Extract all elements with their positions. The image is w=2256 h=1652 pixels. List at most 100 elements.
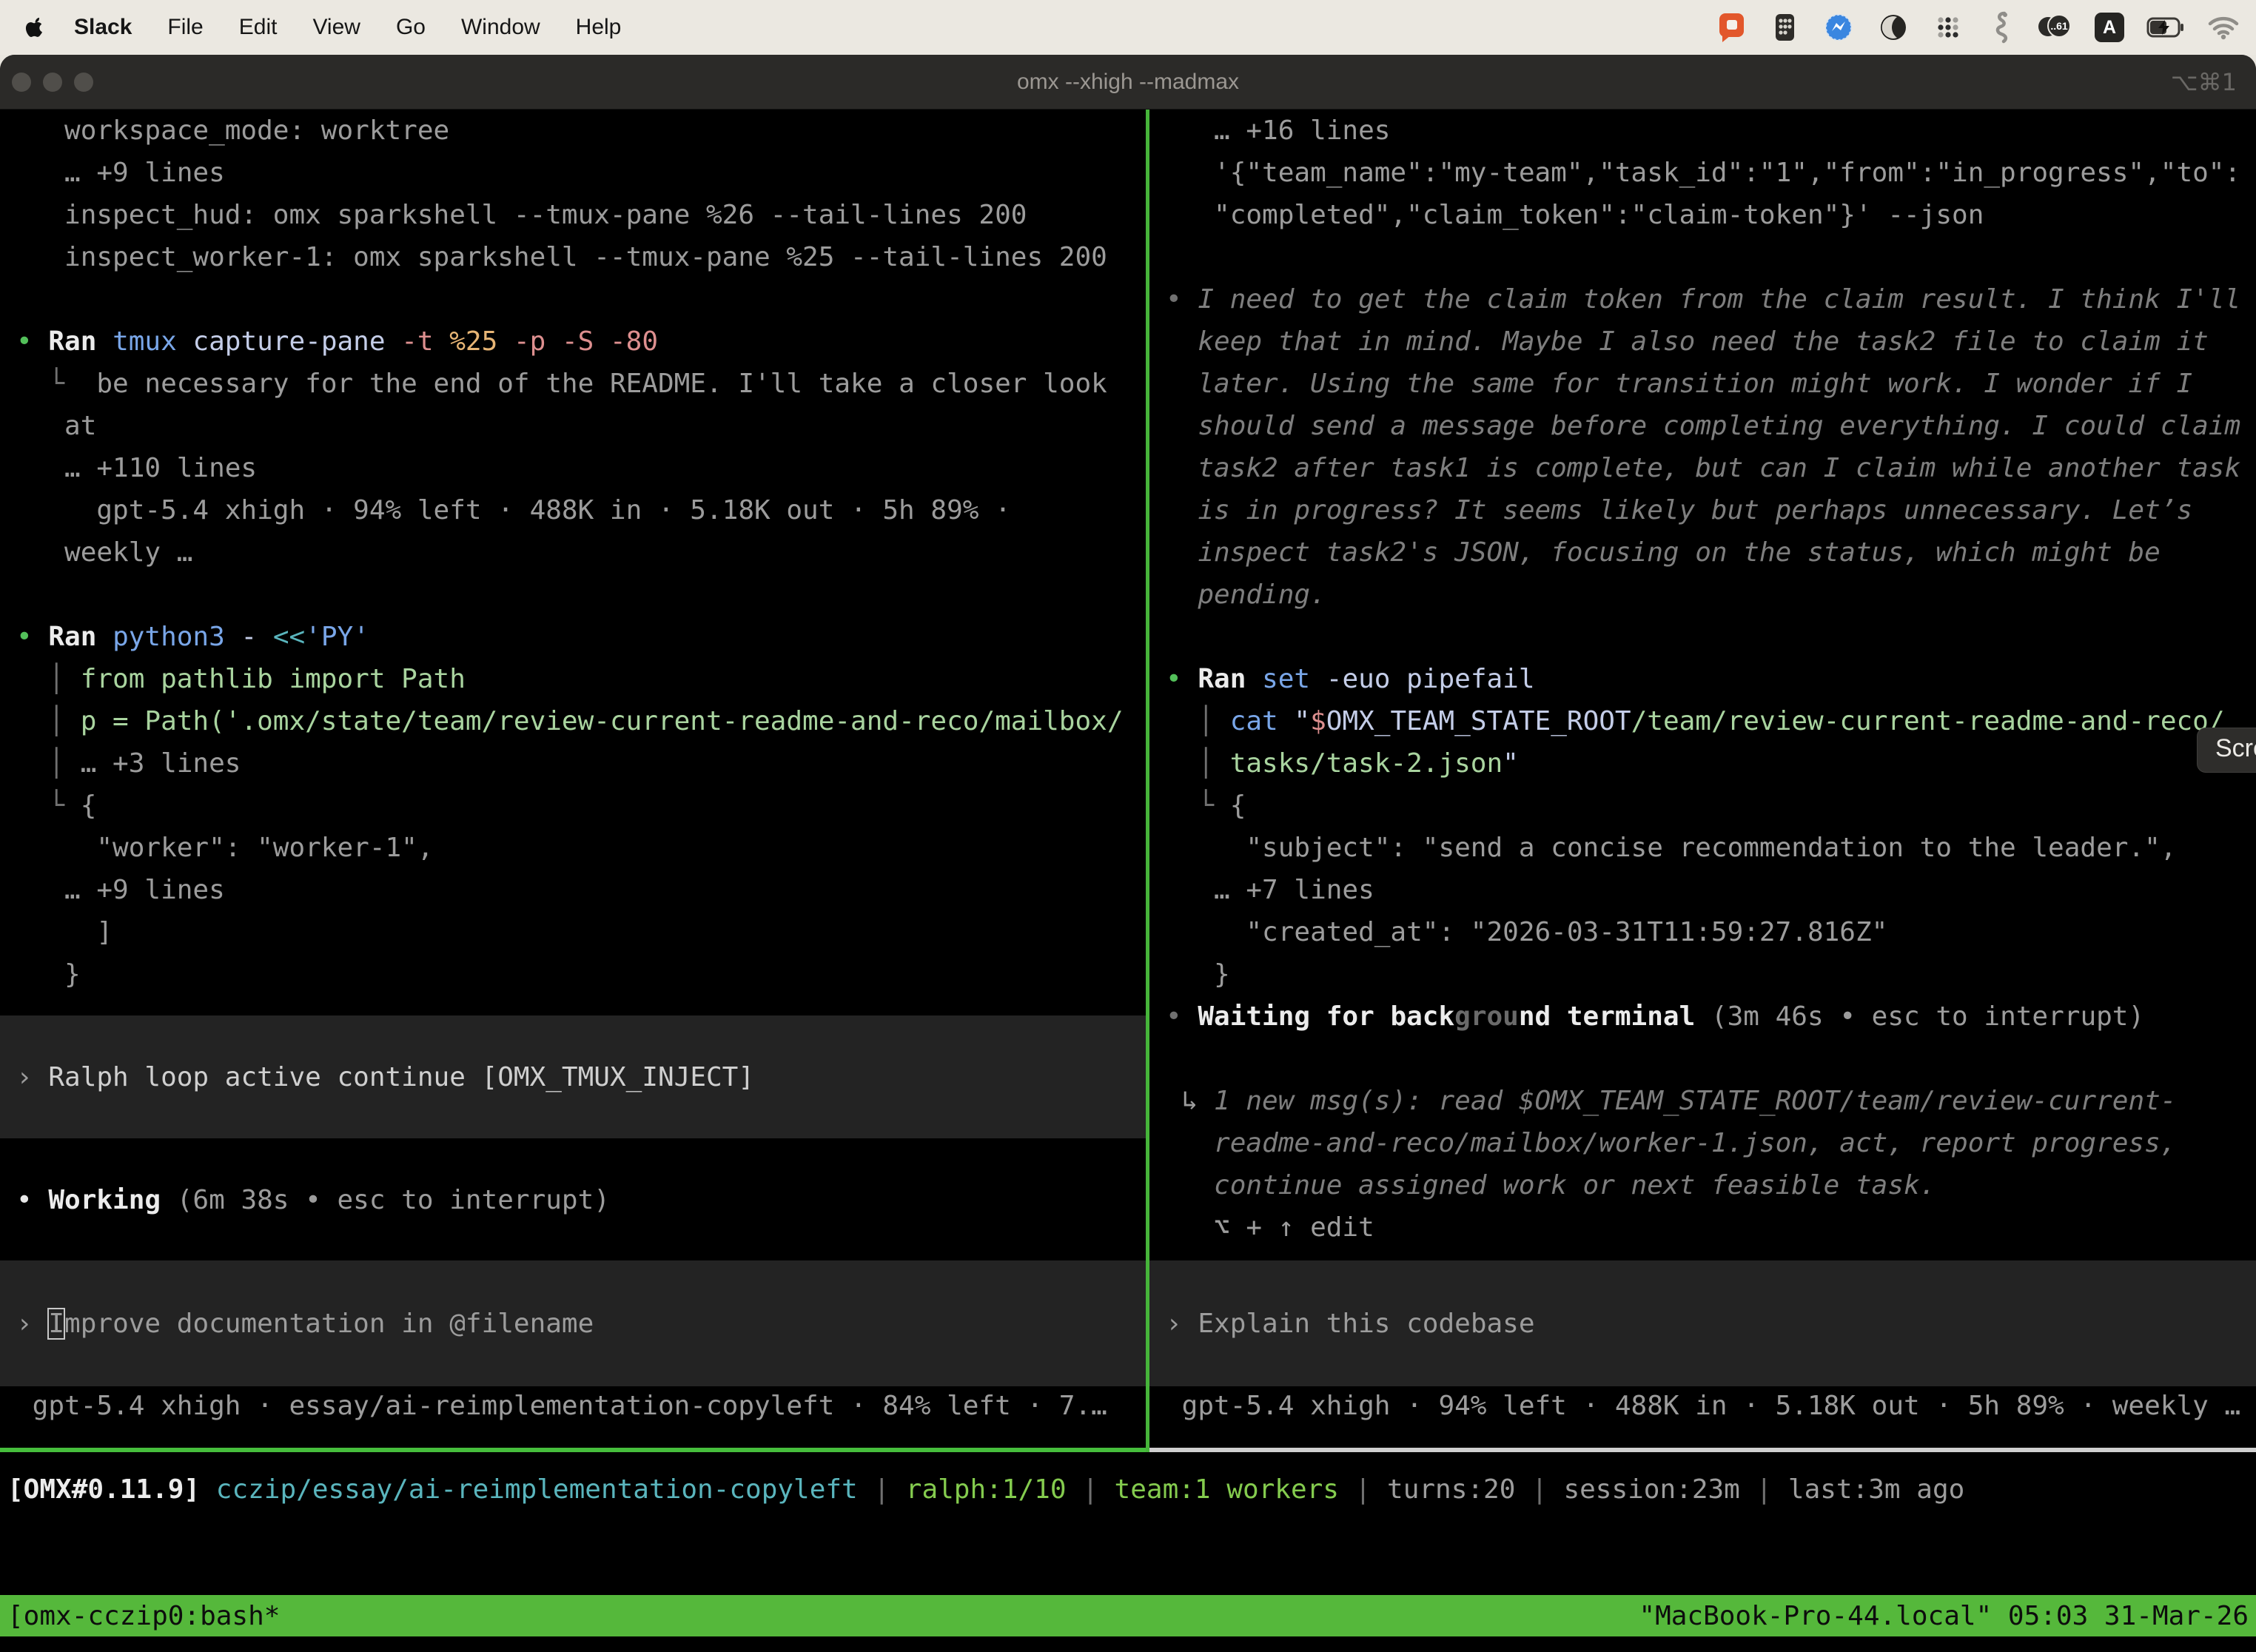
battery-icon[interactable] [2146,11,2185,44]
text-segment: … +110 lines [16,453,257,483]
text-segment: … +7 lines [1166,875,1374,905]
text-segment: • [1166,1001,1198,1032]
text-segment: capture-pane [192,326,401,357]
tmux-session-name[interactable]: [omx-cczip0:bash* [7,1601,280,1631]
terminal-row: └ be necessary for the end of the README… [16,363,1146,405]
text-segment: -euo pipefail [1326,664,1535,694]
menu-status-icons: ..61 A [1716,11,2240,44]
left-pane-status: gpt-5.4 xhigh · essay/ai-reimplementatio… [16,1385,1107,1427]
text-segment: last:3m ago [1788,1474,1964,1505]
omx-status-line: [OMX#0.11.9] cczip/essay/ai-reimplementa… [7,1468,1964,1511]
left-pane[interactable]: workspace_mode: worktree … +9 lines insp… [0,110,1146,1452]
right-pane[interactable]: … +16 lines '{"team_name":"my-team","tas… [1149,110,2256,1452]
text-segment: " [1294,706,1310,736]
text-segment: cat [1230,706,1295,736]
terminal-row: • Ran tmux capture-pane -t %25 -p -S -80 [16,320,1146,363]
menu-item-file[interactable]: File [167,15,203,40]
apple-icon [25,16,44,38]
text-segment: › [1166,1309,1198,1339]
text-segment: is in progress? It seems likely but perh… [1166,495,2192,526]
text-segment: │ [16,664,81,694]
menu-bar: Slack File Edit View Go Window Help [0,0,2256,55]
terminal-row: "worker": "worker-1", [16,827,1146,869]
text-segment: inspect_worker-1: omx sparkshell --tmux-… [16,242,1107,272]
text-segment: OMX_TEAM_STATE_ROOT [1326,706,1631,736]
left-input-text: › Improve documentation in @filename [0,1303,594,1345]
squiggle-icon[interactable] [1987,11,2016,44]
text-segment: "created_at": "2026-03-31T11:59:27.816Z" [1166,917,1887,947]
text-segment: -t [401,326,449,357]
minimize-button[interactable] [43,73,62,92]
terminal-row: • Ran python3 - <<'PY' [16,616,1146,658]
terminal-row: │ from pathlib import Path [16,658,1146,700]
terminal-row: └ { [16,785,1146,827]
left-prompt-input[interactable]: › Improve documentation in @filename [0,1260,1146,1386]
terminal-area: workspace_mode: worktree … +9 lines insp… [0,110,2256,1652]
text-segment: Ralph loop active continue [OMX_TMUX_INJ… [48,1062,754,1092]
text-segment: Waiting for back [1198,1001,1454,1032]
working-status: • Working (6m 38s • esc to interrupt) [16,1179,610,1221]
text-segment: weekly … [16,537,192,568]
text-segment: • [16,1185,48,1215]
menu-item-window[interactable]: Window [461,15,540,40]
text-segment: later. Using the same for transition mig… [1166,369,2192,399]
ralph-loop-text: › Ralph loop active continue [OMX_TMUX_I… [0,1056,754,1098]
wifi-icon[interactable] [2207,11,2240,44]
text-segment: pending. [1166,580,1326,610]
notification-icon[interactable] [1716,11,1747,44]
moon-icon[interactable] [1877,11,1910,44]
close-button[interactable] [12,73,31,92]
keypad-icon[interactable] [1769,11,1800,44]
text-segment: I [48,1309,64,1339]
terminal-row: at [16,405,1146,447]
title-bar[interactable]: omx --xhigh --madmax ⌥⌘1 [0,55,2256,110]
text-segment: I need to get the claim token from the c… [1198,284,2240,315]
terminal-row: • Waiting for background terminal (3m 46… [1166,995,2256,1038]
text-segment: … +9 lines [16,875,225,905]
terminal-row: │ p = Path('.omx/state/team/review-curre… [16,700,1146,742]
left-pane-output: workspace_mode: worktree … +9 lines insp… [16,110,1146,995]
text-segment: '{"team_name":"my-team","task_id":"1","f… [1166,158,2240,188]
right-pane-status: gpt-5.4 xhigh · 94% left · 488K in · 5.1… [1166,1385,2240,1427]
menu-app-name[interactable]: Slack [74,15,132,40]
text-segment: │ [1166,706,1230,736]
terminal-row: pending. [1166,574,2256,616]
text-segment: "subject": "send a concise recommendatio… [1166,833,2176,863]
terminal-row: inspect_hud: omx sparkshell --tmux-pane … [16,194,1146,236]
zoom-button[interactable] [74,73,93,92]
terminal-row: keep that in mind. Maybe I also need the… [1166,320,2256,363]
text-segment: (3m 46s • esc to interrupt) [1695,1001,2144,1032]
dots-grid-icon[interactable] [1932,11,1964,44]
tmux-host-time: "MacBook-Pro-44.local" 05:03 31-Mar-26 [1639,1601,2249,1631]
text-segment: be necessary for the end of the README. … [64,369,1107,399]
terminal-row: │ tasks/task-2.json" [1166,742,2256,785]
input-source-icon[interactable]: A [2095,13,2124,42]
text-segment: python3 [113,622,241,652]
terminal-row: inspect_worker-1: omx sparkshell --tmux-… [16,236,1146,278]
text-segment: "completed","claim_token":"claim-token"}… [1166,200,1984,230]
text-segment: │ [16,706,81,736]
text-segment: - [241,622,272,652]
battery-percent-badge[interactable]: ..61 [2038,11,2072,44]
apple-menu[interactable] [25,16,44,38]
messenger-icon[interactable] [1822,11,1855,44]
terminal-row: ⌥ + ↑ edit [1166,1206,2256,1249]
right-prompt-input[interactable]: › Explain this codebase [1149,1260,2256,1386]
text-segment: { [1230,790,1246,821]
text-segment: /team/review-current-readme-and-reco/ [1631,706,2225,736]
text-segment: { [81,790,97,821]
badge-front-circle: ..61 [2047,14,2071,38]
terminal-row: later. Using the same for transition mig… [1166,363,2256,405]
right-pane-output: … +16 lines '{"team_name":"my-team","tas… [1166,110,2256,1249]
badge-label: ..61 [2050,20,2067,32]
text-segment: " [1503,748,1519,779]
terminal-row [1166,236,2256,278]
menu-item-go[interactable]: Go [396,15,426,40]
text-segment: tasks/task-2.json [1230,748,1503,779]
menu-item-view[interactable]: View [312,15,360,40]
terminal-row: ↳ 1 new msg(s): read $OMX_TEAM_STATE_ROO… [1166,1080,2256,1122]
menu-item-help[interactable]: Help [576,15,622,40]
text-segment: Ran [48,326,113,357]
menu-item-edit[interactable]: Edit [239,15,278,40]
text-segment: from pathlib import Path [81,664,466,694]
